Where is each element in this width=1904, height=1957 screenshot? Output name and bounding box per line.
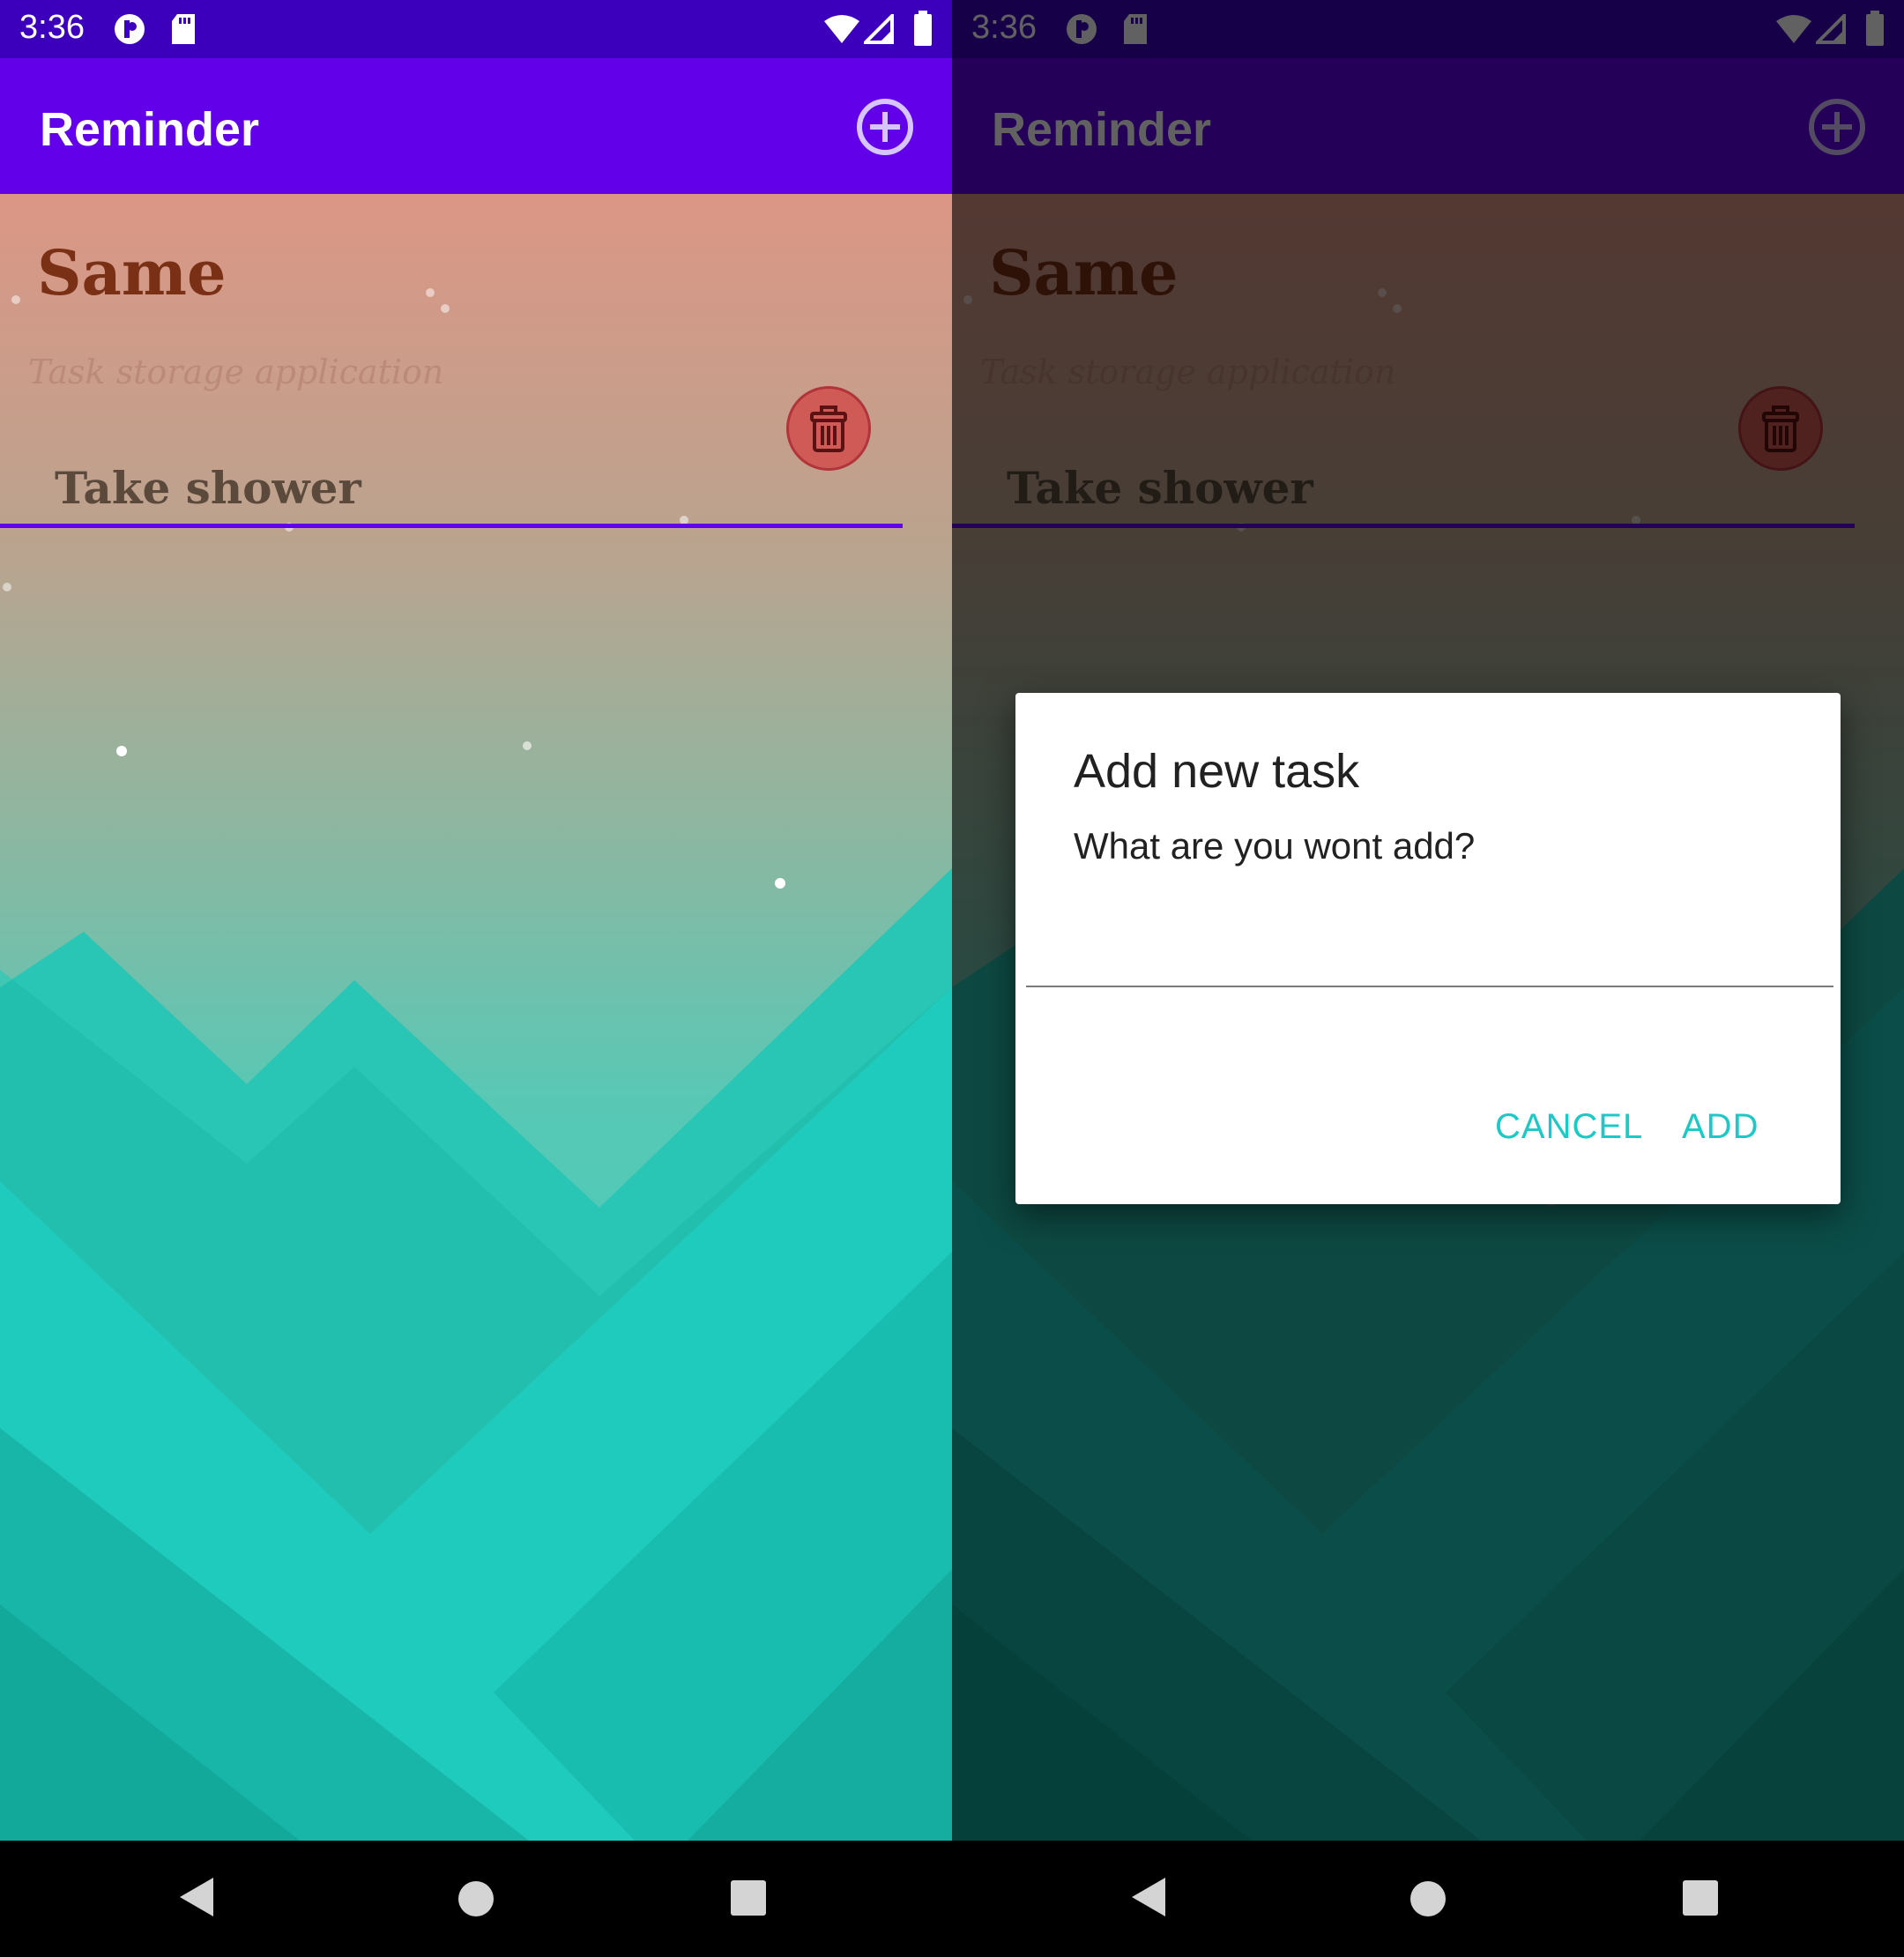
- sd-card-icon: [172, 14, 195, 44]
- page-subheading: Task storage application: [28, 353, 444, 391]
- dialog-title: Add new task: [1074, 745, 1360, 798]
- signal-icon: [864, 14, 894, 44]
- screen-main: 3:36 Reminder Same Task storage applicat…: [0, 0, 952, 1957]
- add-circle-icon[interactable]: [855, 97, 915, 157]
- trash-icon: [810, 406, 847, 452]
- task-underline: [0, 524, 903, 528]
- main-content: Same Task storage application Take showe…: [0, 194, 952, 1841]
- task-label: Take shower: [55, 462, 361, 514]
- navigation-bar: [952, 1841, 1904, 1957]
- navigation-bar: [0, 1841, 952, 1957]
- notification-icon: [115, 14, 145, 44]
- battery-icon: [914, 11, 932, 46]
- add-task-dialog: Add new task What are you wont add? CANC…: [1015, 693, 1841, 1204]
- dialog-message: What are you wont add?: [1074, 825, 1476, 867]
- home-icon[interactable]: [1409, 1879, 1447, 1918]
- status-bar: 3:36: [0, 0, 952, 58]
- screen-add-dialog: 3:36 Reminder: [952, 0, 1904, 1957]
- back-icon[interactable]: [178, 1876, 217, 1918]
- recents-icon[interactable]: [1682, 1879, 1719, 1916]
- wifi-icon: [824, 15, 859, 43]
- task-input[interactable]: [1026, 913, 1833, 987]
- home-icon[interactable]: [457, 1879, 495, 1918]
- app-title: Reminder: [40, 103, 260, 156]
- page-heading: Same: [37, 236, 227, 309]
- status-time: 3:36: [19, 9, 85, 46]
- recents-icon[interactable]: [730, 1879, 767, 1916]
- cancel-button[interactable]: CANCEL: [1495, 1107, 1643, 1147]
- back-icon[interactable]: [1130, 1876, 1169, 1918]
- add-button[interactable]: ADD: [1682, 1107, 1759, 1147]
- delete-task-button[interactable]: [786, 386, 871, 471]
- app-bar: Reminder: [0, 58, 952, 194]
